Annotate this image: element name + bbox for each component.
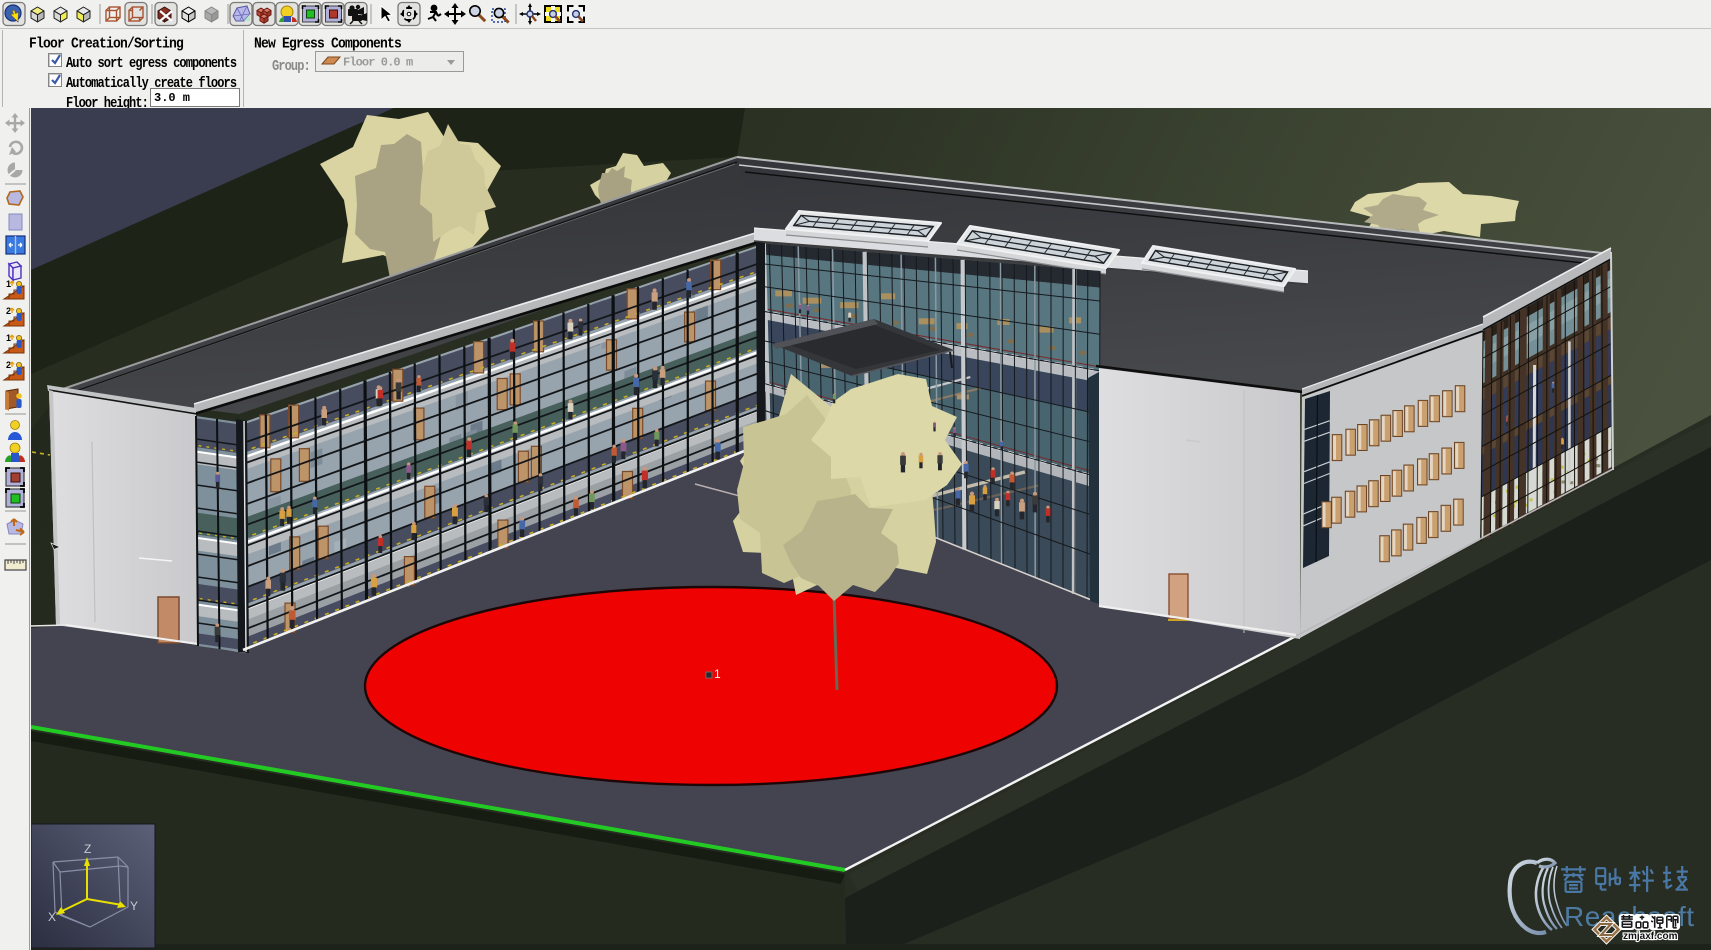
svg-text:Floor 0.0 m: Floor 0.0 m: [343, 56, 413, 70]
svg-text:X: X: [48, 910, 56, 924]
svg-text:1: 1: [714, 667, 721, 681]
svg-text:2: 2: [6, 306, 11, 316]
svg-text:Y: Y: [130, 899, 138, 913]
svg-text:2: 2: [6, 360, 11, 370]
svg-text:Z: Z: [84, 842, 91, 856]
svg-text:1: 1: [6, 279, 11, 289]
svg-text:zmjaxf.com: zmjaxf.com: [1623, 931, 1678, 942]
svg-text:1: 1: [6, 333, 11, 343]
